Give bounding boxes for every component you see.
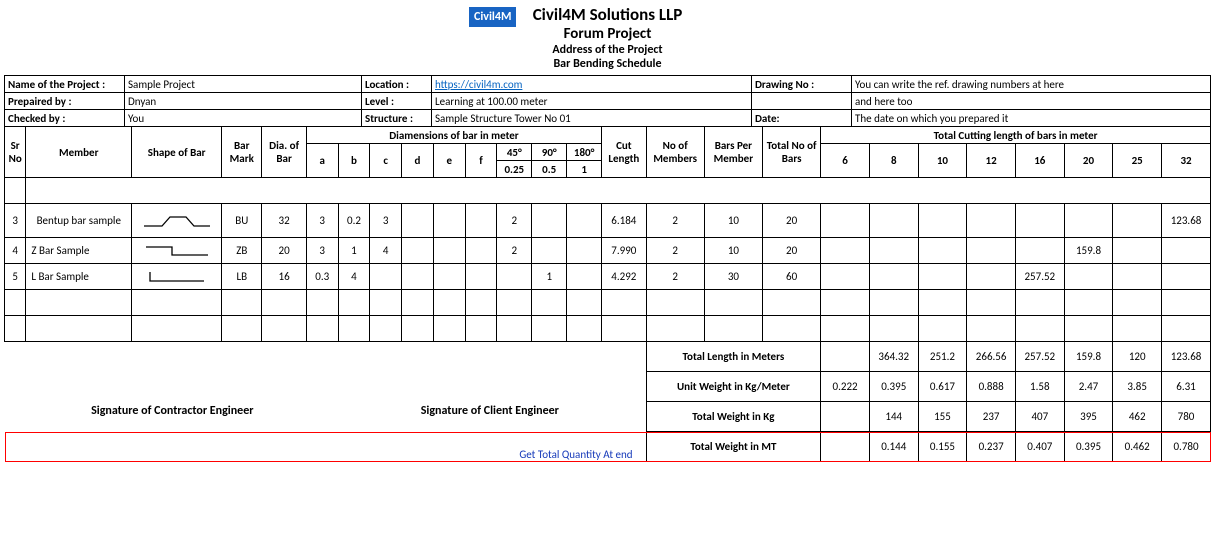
label-project-name: Name of the Project :: [5, 76, 125, 93]
col-32: 32: [1162, 144, 1211, 178]
col-a: a: [306, 144, 338, 178]
col-16: 16: [1015, 144, 1064, 178]
document-type: Bar Bending Schedule: [4, 57, 1211, 71]
value-prepared-by: Dnyan: [125, 93, 362, 110]
project-address: Address of the Project: [4, 43, 1211, 57]
col-12: 12: [967, 144, 1016, 178]
signature-contractor: Signature of Contractor Engineer: [91, 404, 253, 418]
table-row: 3 Bentup bar sample BU32 30.23 26.184 21…: [5, 204, 1211, 238]
col-c: c: [370, 144, 402, 178]
col-180: 180°: [567, 144, 602, 161]
label-total-weight-mt: Total Weight in MT: [646, 432, 821, 462]
annotation-total-qty: Get Total Quantity At end: [8, 448, 643, 461]
bentup-bar-icon: [142, 212, 212, 230]
label-checked-by: Checked by :: [5, 110, 125, 127]
table-row: [5, 290, 1211, 316]
col-nomem: No of Members: [646, 127, 704, 178]
col-shape: Shape of Bar: [132, 127, 222, 178]
col-e: e: [433, 144, 465, 178]
label-unit-weight: Unit Weight in Kg/Meter: [646, 372, 821, 402]
label-total-weight-kg: Total Weight in Kg: [646, 402, 821, 432]
project-title: Forum Project: [4, 25, 1211, 43]
value-checked-by: You: [125, 110, 362, 127]
value-drawing-no-1: You can write the ref. drawing numbers a…: [852, 76, 1211, 93]
value-structure: Sample Structure Tower No 01: [432, 110, 752, 127]
col-dims: Diamensions of bar in meter: [306, 127, 601, 144]
col-20: 20: [1064, 144, 1113, 178]
col-mark: Bar Mark: [222, 127, 262, 178]
value-date: The date on which you prepared it: [852, 110, 1211, 127]
label-total-length: Total Length in Meters: [646, 342, 821, 372]
location-link[interactable]: https://civil4m.com: [435, 78, 522, 91]
value-project-name: Sample Project: [125, 76, 362, 93]
label-level: Level :: [362, 93, 432, 110]
col-tot: Total No of Bars: [763, 127, 821, 178]
label-structure: Structure :: [362, 110, 432, 127]
bbs-table: Sr No Member Shape of Bar Bar Mark Dia. …: [4, 126, 1211, 462]
col-sr: Sr No: [5, 127, 26, 178]
col-25: 25: [1113, 144, 1162, 178]
label-location: Location :: [362, 76, 432, 93]
col-45v: 0.25: [497, 161, 532, 178]
col-bpm: Bars Per Member: [704, 127, 762, 178]
value-drawing-no-2: and here too: [852, 93, 1211, 110]
col-6: 6: [821, 144, 870, 178]
col-90v: 0.5: [532, 161, 567, 178]
signature-client: Signature of Client Engineer: [421, 404, 559, 418]
label-date: Date:: [752, 110, 852, 127]
l-bar-icon: [142, 269, 212, 285]
col-10: 10: [918, 144, 967, 178]
col-180v: 1: [567, 161, 602, 178]
logo: Civil4M: [469, 7, 516, 27]
col-cut: Cut Length: [602, 127, 646, 178]
summary-row: Signature of Contractor Engineer Signatu…: [5, 342, 1211, 372]
label-drawing-no: Drawing No :: [752, 76, 852, 93]
col-totcut: Total Cutting length of bars in meter: [821, 127, 1211, 144]
value-location: https://civil4m.com: [432, 76, 752, 93]
document-header: Civil4M Civil4M Solutions LLP Forum Proj…: [4, 4, 1211, 71]
label-prepared-by: Prepaired by :: [5, 93, 125, 110]
col-dia: Dia. of Bar: [262, 127, 306, 178]
company-title: Civil4M Solutions LLP: [4, 4, 1211, 25]
table-row: 4 Z Bar Sample ZB20 314 27.990 21020 159…: [5, 238, 1211, 264]
col-f: f: [465, 144, 497, 178]
table-row: [5, 178, 1211, 204]
value-level: Learning at 100.00 meter: [432, 93, 752, 110]
z-bar-icon: [142, 243, 212, 259]
col-90: 90°: [532, 144, 567, 161]
col-45: 45°: [497, 144, 532, 161]
col-8: 8: [869, 144, 918, 178]
table-row: 5 L Bar Sample LB16 0.34 14.292 23060 25…: [5, 264, 1211, 290]
info-table: Name of the Project : Sample Project Loc…: [4, 75, 1211, 127]
col-b: b: [338, 144, 370, 178]
col-member: Member: [26, 127, 132, 178]
table-row: [5, 316, 1211, 342]
col-d: d: [402, 144, 434, 178]
